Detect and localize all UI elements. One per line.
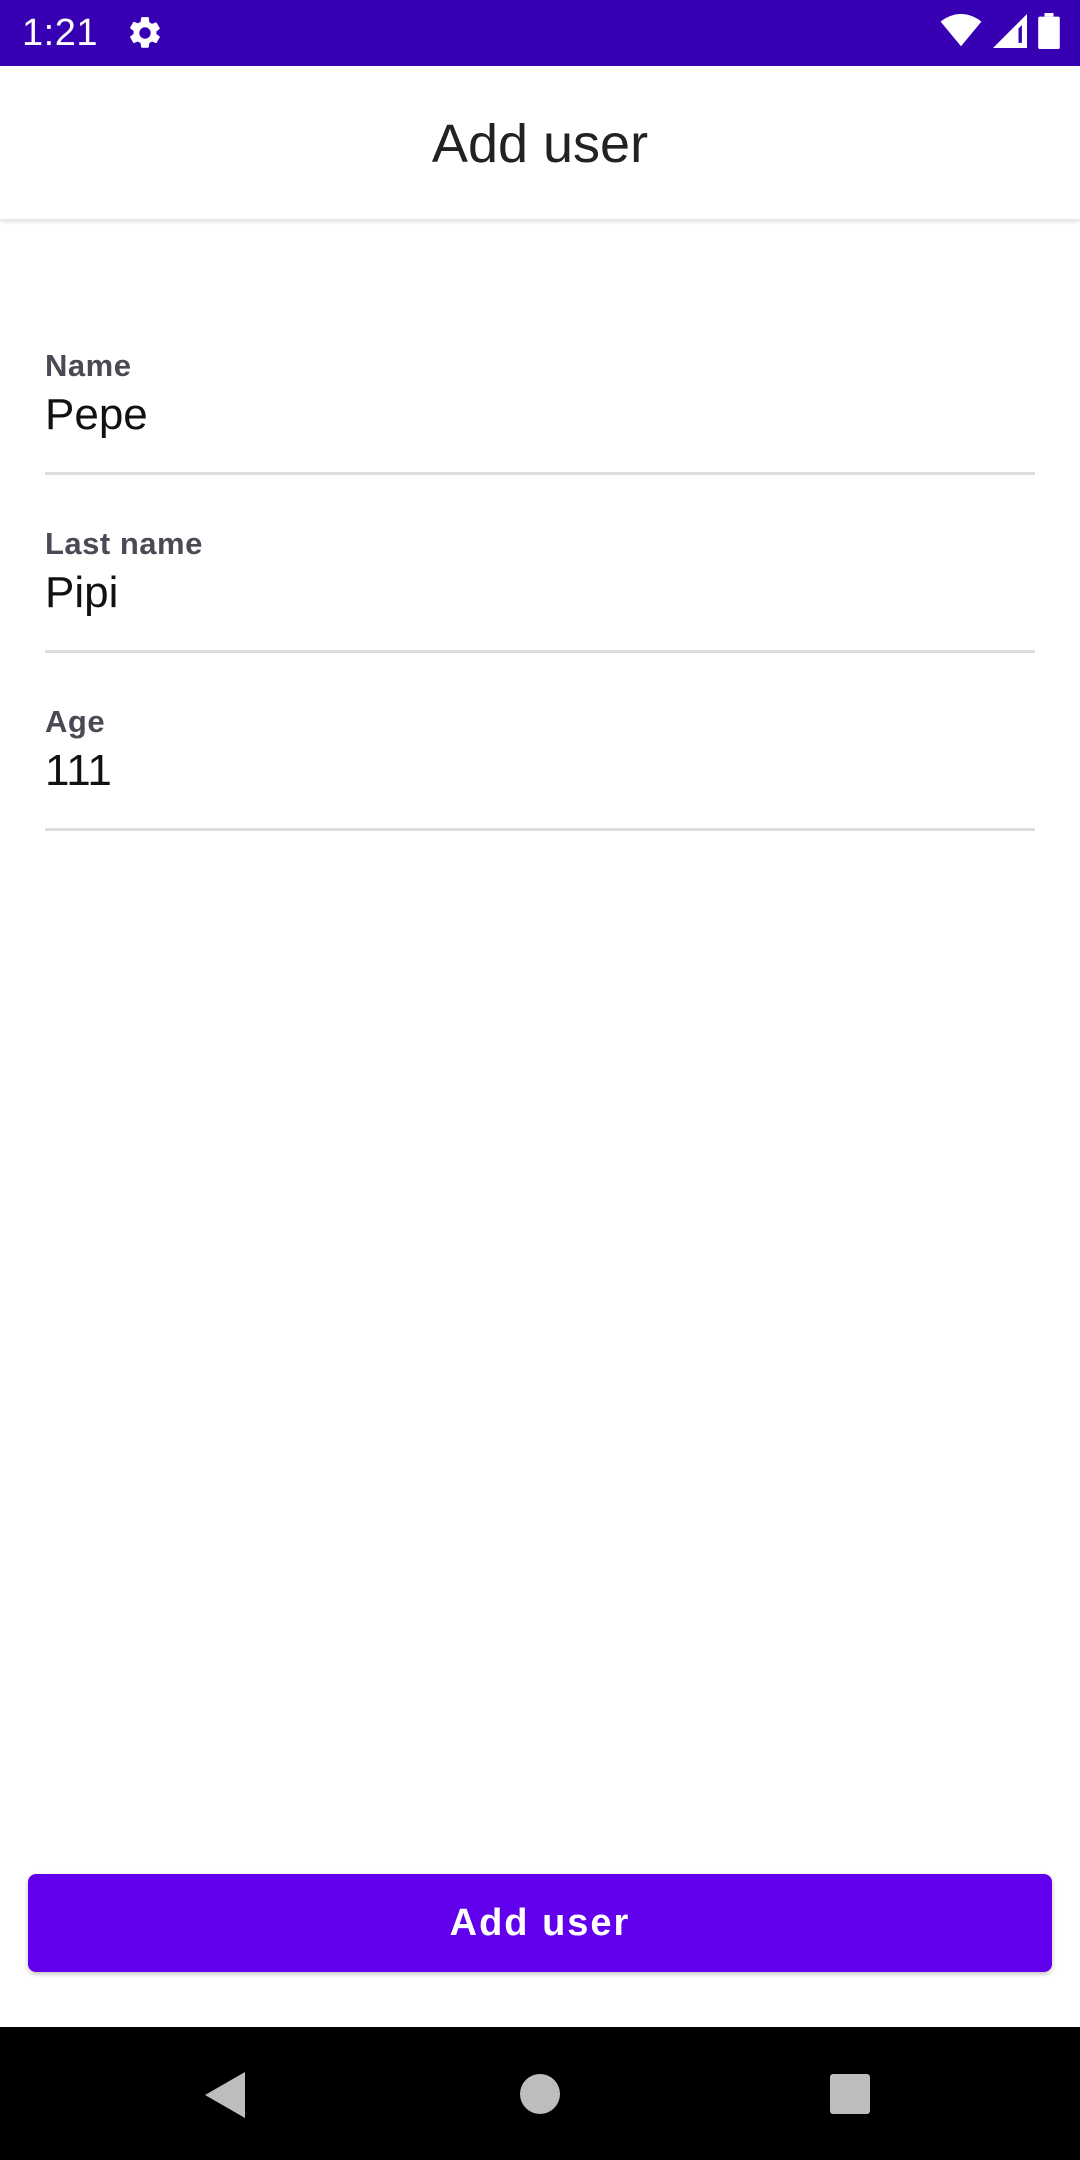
recents-square-icon[interactable] (830, 2074, 870, 2114)
wifi-icon (940, 13, 982, 53)
age-input[interactable]: 111 (45, 744, 1035, 798)
last-name-underline (45, 650, 1035, 653)
name-underline (45, 472, 1035, 475)
add-user-button[interactable]: Add user (28, 1874, 1052, 1972)
name-label: Name (45, 348, 132, 383)
battery-icon (1038, 12, 1060, 54)
name-input[interactable]: Pepe (45, 388, 1035, 442)
age-underline (45, 828, 1035, 831)
navigation-bar (0, 2027, 1080, 2160)
back-triangle-icon[interactable] (205, 2072, 245, 2118)
name-field[interactable]: Name Pepe (45, 346, 1035, 476)
age-field[interactable]: Age 111 (45, 702, 1035, 832)
status-icons (940, 12, 1060, 54)
home-circle-icon[interactable] (520, 2074, 560, 2114)
app-bar: Add user (0, 66, 1080, 220)
add-user-screen: 1:21 Add user Name Pepe Last name Pipi A… (0, 0, 1080, 2160)
last-name-label: Last name (45, 526, 203, 561)
status-bar: 1:21 (0, 0, 1080, 66)
last-name-field[interactable]: Last name Pipi (45, 524, 1035, 654)
signal-icon (992, 13, 1028, 53)
gear-icon (126, 14, 164, 52)
age-label: Age (45, 704, 106, 739)
status-time: 1:21 (22, 12, 98, 54)
last-name-input[interactable]: Pipi (45, 566, 1035, 620)
page-title: Add user (431, 114, 649, 174)
